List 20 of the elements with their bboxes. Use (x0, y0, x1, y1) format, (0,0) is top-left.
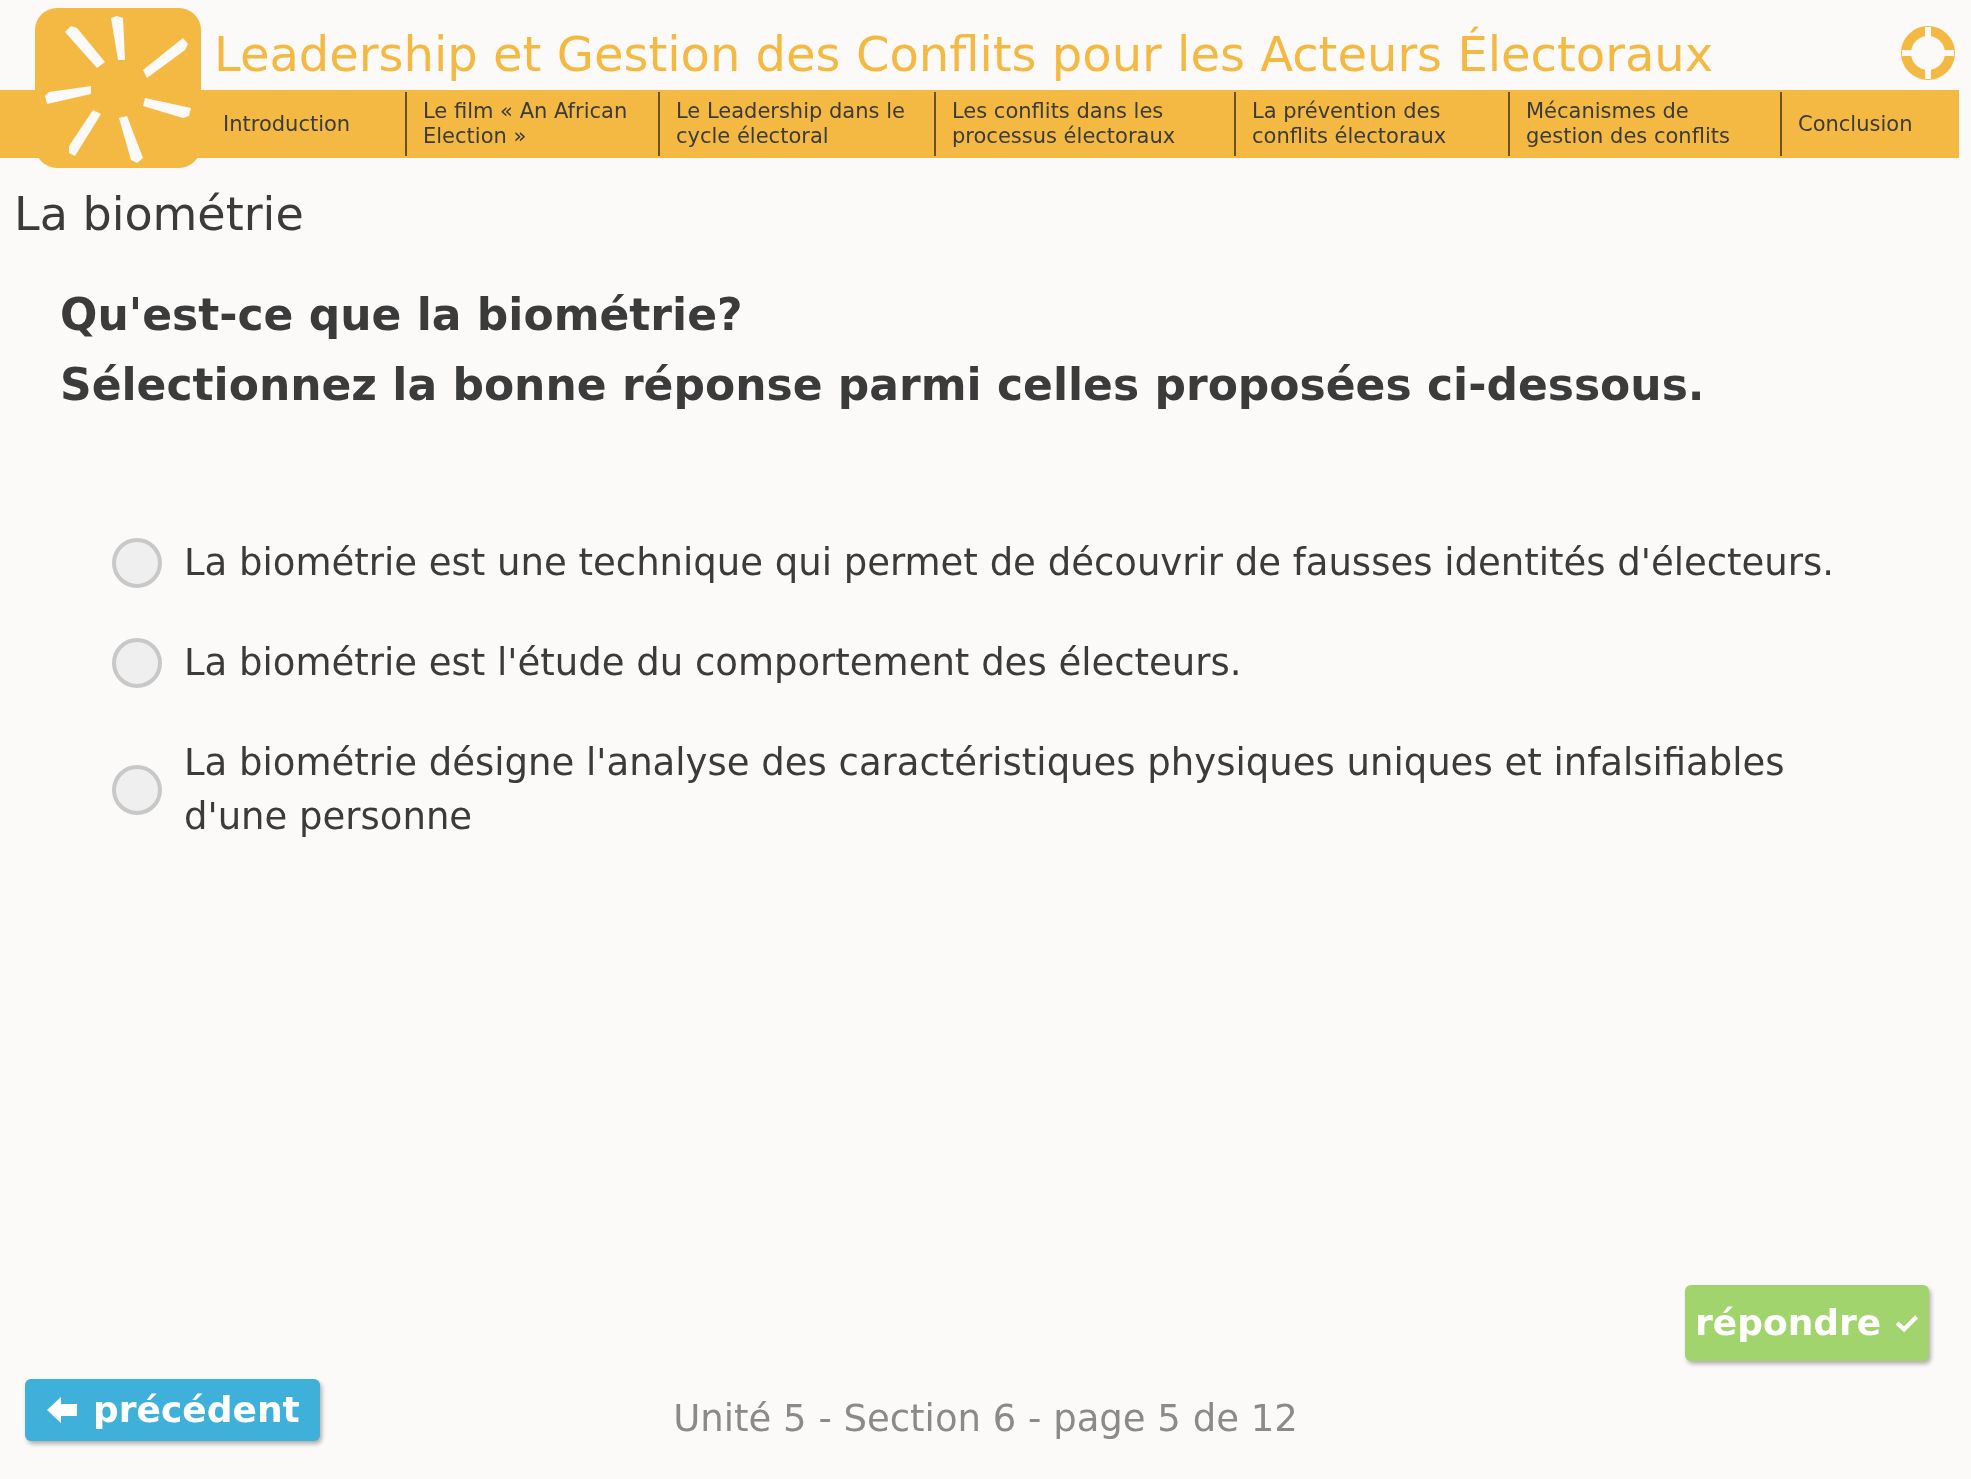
radio-button[interactable] (112, 538, 162, 588)
arrow-left-icon (45, 1395, 79, 1425)
help-icon[interactable] (1900, 25, 1956, 81)
radio-button[interactable] (112, 765, 162, 815)
nav-tab[interactable]: La prévention des conflits électoraux (1236, 99, 1508, 149)
option-label: La biométrie désigne l'analyse des caractéristiques physiques uniques et infalsifiables d'une personne (184, 740, 1786, 840)
option-label: La biométrie est une technique qui permet de découvrir de fausses identités d'électeurs. (184, 540, 1835, 586)
question-text: Sélectionnez la bonne réponse parmi celles proposées ci-dessous. (60, 358, 1706, 412)
nav-tab[interactable]: Conclusion (1782, 111, 1970, 137)
app-title: Leadership et Gestion des Conflits pour les Acteurs Électoraux (214, 25, 1714, 84)
nav-tab[interactable]: Le film « An African Election » (407, 99, 658, 149)
nav-tab[interactable]: Les conflits dans les processus électoraux (936, 99, 1234, 149)
page-indicator: Unité 5 - Section 6 - page 5 de 12 (673, 1396, 1298, 1442)
nav-tab[interactable]: Le Leadership dans le cycle électoral (660, 99, 934, 149)
question-text: Qu'est-ce que la biométrie? (60, 288, 744, 342)
nav-tab[interactable]: Mécanismes de gestion des conflits (1510, 99, 1780, 149)
option-label: La biométrie est l'étude du comportement des électeurs. (184, 640, 1242, 686)
radio-button[interactable] (112, 638, 162, 688)
nav-tab[interactable]: Introduction (207, 111, 405, 137)
page-title: La biométrie (14, 186, 305, 242)
